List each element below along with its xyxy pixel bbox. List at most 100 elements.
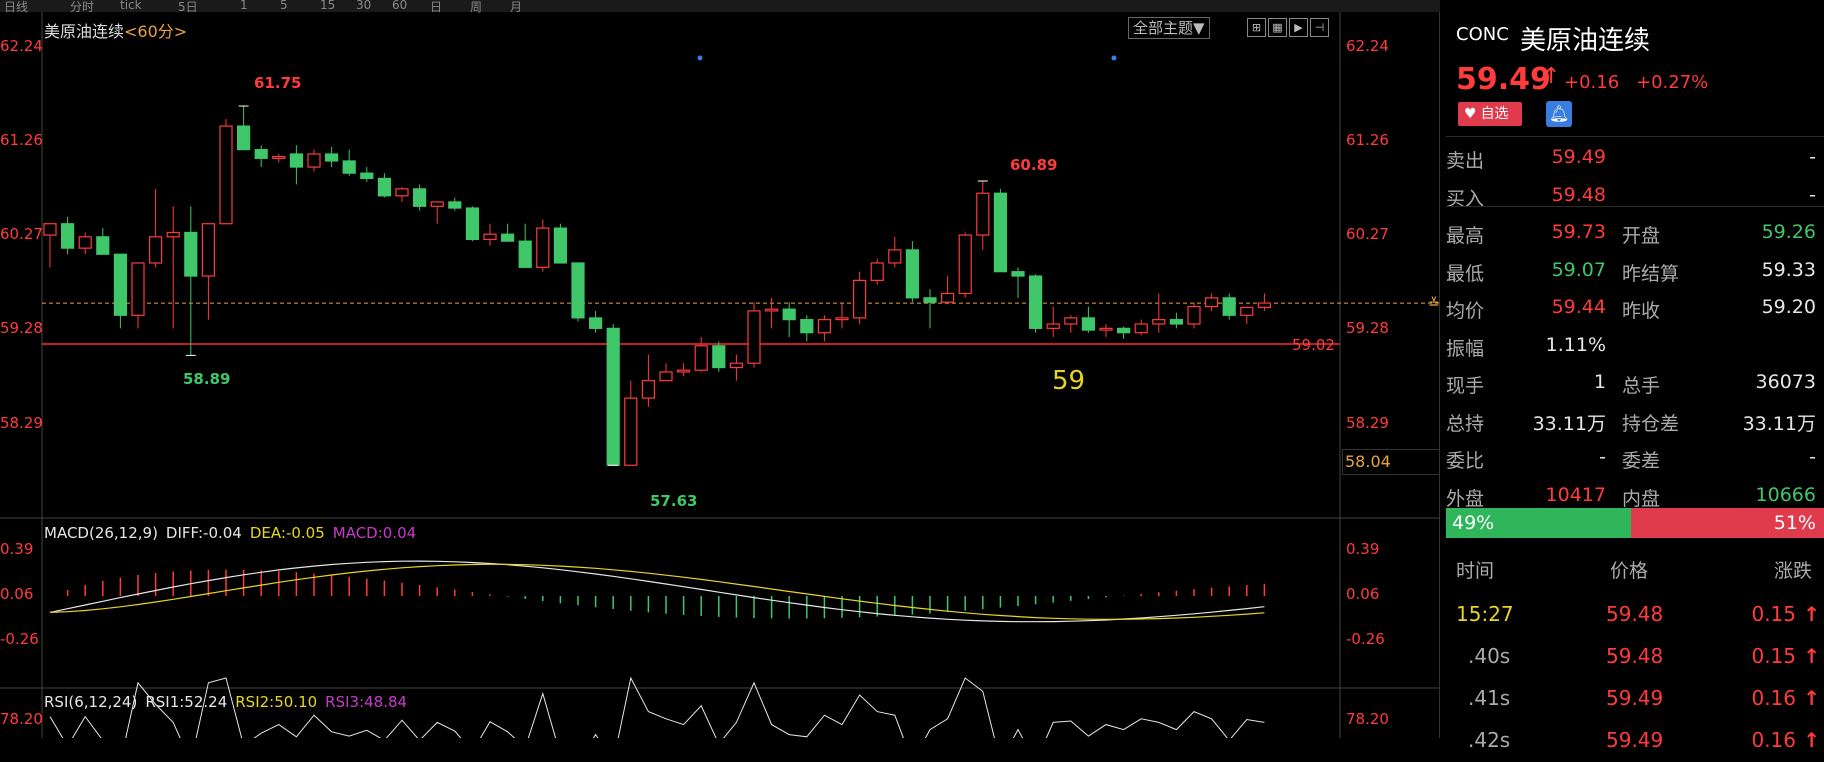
rsi-axis-label: 78.20 [0,710,43,728]
candle-body [1222,297,1236,316]
right-axis-label: 58.29 [1346,414,1389,432]
quote-label: 总持 [1446,412,1485,435]
theme-selector-button[interactable]: 全部主题▼ [1128,17,1210,39]
quote-label: 总手 [1622,375,1661,397]
quote-value: 59.73 [1551,221,1606,243]
candle-body [395,188,409,197]
macd-diff-line [49,560,1265,623]
quote-row: 卖出 59.49 - [1446,140,1824,176]
tick-row[interactable]: .40s 59.48 0.15 ↑ [1446,636,1824,678]
high-label: 61.75 [254,74,302,92]
candle-body [1240,306,1254,316]
macd-diff: DIFF:-0.04 [165,524,242,542]
chart-period[interactable]: <60分> [124,22,187,41]
candle-body [835,317,849,321]
period-tab[interactable]: 5日 [178,0,198,15]
quote-row: 委比 - 委差 - [1446,440,1824,476]
period-tab[interactable]: tick [120,0,142,12]
period-tab[interactable]: 日 [430,0,442,15]
quote-label: 振幅 [1446,337,1485,360]
grid-view-button[interactable]: ⊞ [1247,18,1266,37]
candle-body [342,160,356,174]
inner-ratio: 51% [1631,508,1824,538]
tick-header-time: 时间 [1456,560,1495,582]
candle-body [201,223,215,277]
tick-row[interactable]: 15:27 59.48 0.15 ↑ [1446,594,1824,636]
candle-body [553,227,568,264]
quote-value: - [1809,146,1816,168]
quote-label: 开盘 [1622,225,1661,247]
quote-label: 现手 [1446,375,1485,397]
price-change-pct: +0.27% [1636,72,1709,93]
candle-body [219,125,233,225]
left-axis-label: 59.28 [0,319,43,337]
divider [1446,136,1824,137]
chart-annotation-text[interactable]: 59 [1052,366,1085,396]
left-axis-label: 62.24 [0,37,43,55]
period-tab[interactable]: 1 [240,0,248,12]
period-tab[interactable]: 15 [320,0,335,12]
last-price: 59.49 [1456,62,1551,97]
tick-time: .41s [1468,686,1511,710]
period-tab[interactable]: 5 [280,0,288,12]
quote-value: 59.44 [1551,296,1606,318]
layout-button[interactable]: ▦ [1268,18,1287,37]
event-marker [697,55,703,61]
period-tab[interactable]: 月 [510,0,522,15]
macd-axis-label: 0.39 [1346,540,1380,558]
candle-body [800,319,814,334]
candle-body [166,231,180,238]
add-favorite-button[interactable]: ♥ 自选 [1458,102,1522,126]
left-axis-label: 60.27 [0,225,43,243]
candle-body [1257,302,1272,309]
candle-body [923,297,937,303]
candle-body [60,223,75,249]
candle-body [254,149,268,159]
candle-body [676,369,691,373]
period-tab[interactable]: 30 [356,0,371,12]
price-line-marker-icon[interactable]: ≚ [1428,296,1440,312]
candle-body [360,172,374,179]
period-tab[interactable]: 60 [392,0,407,12]
period-tab[interactable]: 分时 [70,0,94,15]
chart-panel[interactable]: 日线 分时 tick 5日 1 5 15 30 60 日周月 美原油连续<60分> 全部主题▼ ⊞… [0,0,1440,738]
quote-row: 买入 59.48- [1446,178,1824,214]
candle-body [184,231,198,277]
macd-axis-label: 0.39 [0,540,34,558]
tick-row[interactable]: .42s 59.49 0.16 ↑ [1446,720,1824,762]
macd-axis-label: 0.06 [1346,585,1380,603]
quote-row: 振幅 1.11% [1446,328,1824,364]
candle-body [694,345,708,371]
right-axis-label: 60.27 [1346,225,1389,243]
candle-body [1099,327,1113,331]
contract-name: 美原油连续 [1520,26,1651,56]
candle-body [78,236,92,249]
kline-chart[interactable] [0,0,1440,738]
heart-icon: ♥ [1464,106,1477,122]
right-axis-label: 59.28 [1346,319,1389,337]
period-tab[interactable]: 周 [470,0,482,15]
play-button[interactable]: ▶ [1289,18,1308,37]
candle-body [149,236,163,264]
candle-body [325,153,339,162]
local-high-label: 60.89 [1010,156,1058,174]
alert-bell-button[interactable]: 🔔︎ [1546,101,1572,127]
quote-value: 1.11% [1545,333,1606,356]
quote-label: 昨收 [1622,300,1661,322]
period-tab[interactable]: 日线 [4,0,28,15]
candle-body [131,262,145,316]
quote-value: 10666 [1755,483,1816,506]
candle-body [1064,317,1078,325]
candle-body [1169,319,1184,325]
tick-row[interactable]: .41s 59.49 0.16 ↑ [1446,678,1824,720]
candle-body [413,188,427,207]
quote-label: 最低 [1446,262,1485,285]
quote-value: 59.48 [1551,183,1606,206]
quote-label: 昨结算 [1622,262,1680,285]
candle-body [976,192,990,236]
candle-body [905,249,920,299]
candle-body [377,177,391,197]
end-button[interactable]: ⊣ [1310,18,1329,37]
tick-change: 0.16 [1751,686,1796,710]
price-change: +0.16 [1564,72,1620,93]
